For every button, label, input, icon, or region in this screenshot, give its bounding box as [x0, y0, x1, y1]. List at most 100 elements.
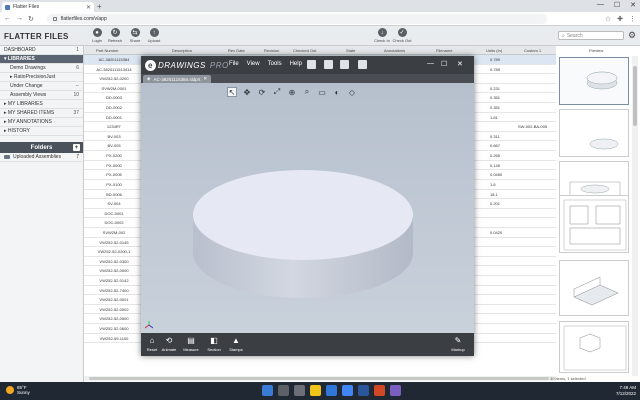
animate-button[interactable]: ⟲ Animate [158, 336, 180, 352]
ed-close-icon[interactable]: ✕ [457, 60, 463, 68]
sidebar-item-annotations[interactable]: ▸ MY ANNOTATIONS [0, 118, 83, 127]
measure-button[interactable]: ▤ Measure [180, 336, 202, 352]
col-revision[interactable]: Revision [264, 48, 279, 53]
col-checked-out[interactable]: Checked Out [293, 48, 316, 53]
teams-icon[interactable] [390, 385, 401, 396]
maximize-icon[interactable]: ☐ [614, 1, 620, 9]
sidebar-item-dashboard[interactable]: DASHBOARD 1 [0, 46, 83, 55]
sidebar-item-demo-drawings[interactable]: Demo Drawings 6 [0, 64, 83, 73]
preview-thumb[interactable] [559, 260, 629, 316]
col-annotations[interactable]: Annotations [384, 48, 405, 53]
stamps-button[interactable]: ▲ Stamps [225, 336, 247, 352]
reload-icon[interactable]: ↻ [28, 15, 34, 23]
cylinder-model [193, 170, 413, 298]
url-field[interactable]: flatterfiles.com/v/app [46, 13, 547, 24]
sidebar-item-shared-items[interactable]: ▸ MY SHARED ITEMS 37 [0, 109, 83, 118]
search-taskbar-icon[interactable] [278, 385, 289, 396]
3d-viewport[interactable]: ↖ ✥ ⟳ ⤢ ⊕ ⌕ ▭ ◐ ◇ [141, 83, 474, 333]
favicon-icon [5, 4, 10, 10]
col-filename[interactable]: Filename [436, 48, 452, 53]
edrawings-bottom-bar: ⌂ Reset ⟲ Animate ▤ Measure ◧ Section ▲ Stamp… [141, 333, 474, 356]
preview-thumb[interactable] [559, 321, 629, 373]
address-bar-row: ← → ↻ flatterfiles.com/v/app ☆ ✚ ⋮ [0, 12, 640, 26]
check-out-button[interactable]: ✓ Check Out [393, 28, 411, 43]
menu-icon[interactable]: ⋮ [629, 15, 636, 23]
save-icon[interactable] [324, 60, 333, 69]
print-icon[interactable] [340, 60, 349, 69]
menu-help[interactable]: Help [290, 61, 302, 67]
new-tab-button[interactable]: + [97, 2, 102, 11]
sidebar-item-assembly-views[interactable]: Assembly Views 10 [0, 91, 83, 100]
sidebar-item-ratio[interactable]: ▸ RatioPrecisionJust [0, 73, 83, 82]
powerpoint-icon[interactable] [374, 385, 385, 396]
close-tab-icon[interactable]: ✕ [86, 4, 91, 11]
cell-units: 0.0450 [490, 172, 503, 178]
minimize-icon[interactable]: — [597, 1, 604, 9]
preview-thumb[interactable] [559, 195, 629, 253]
windows-start-icon[interactable] [262, 385, 273, 396]
edrawings-logo-icon: e [145, 60, 156, 71]
add-folder-button[interactable]: + [73, 144, 80, 151]
task-view-icon[interactable] [294, 385, 305, 396]
preview-thumb[interactable] [559, 109, 629, 157]
chrome-icon[interactable] [342, 385, 353, 396]
search-input[interactable]: ⌕ Search [558, 31, 624, 40]
folder-icon [4, 155, 10, 159]
sidebar-item-my-libraries[interactable]: ▸ MY LIBRARIES [0, 100, 83, 109]
check-in-button[interactable]: ↓ Check In [373, 28, 391, 43]
scrollbar-thumb[interactable] [89, 377, 549, 380]
clock[interactable]: 7:48 AM 7/12/2022 [604, 385, 636, 397]
upload-button[interactable]: ↑ Upload [145, 28, 163, 43]
cell-units: 0.789 [490, 66, 501, 72]
app-header: FLATTER FILES ● Login ↻ Refresh ⇆ Share … [0, 26, 640, 46]
menu-file[interactable]: File [229, 61, 239, 67]
col-rev-date[interactable]: Rev Date [228, 48, 245, 53]
menu-view[interactable]: View [247, 61, 260, 67]
sidebar: DASHBOARD 1 ▾ LIBRARIES Demo Drawings 6 ▸ … [0, 46, 84, 382]
folder-item-uploaded-assemblies[interactable]: Uploaded Assemblies 7 [0, 153, 83, 162]
gear-icon[interactable]: ⚙ [628, 30, 636, 41]
cell-part-number: DD-0003 [105, 95, 122, 101]
sidebar-item-history[interactable]: ▸ HISTORY [0, 127, 83, 136]
refresh-button[interactable]: ↻ Refresh [106, 28, 124, 43]
col-units[interactable]: Units (In) [486, 48, 502, 53]
animate-icon: ⟲ [165, 336, 173, 345]
sidebar-item-under-change[interactable]: Under Change -- [0, 82, 83, 91]
weather-widget[interactable]: 85°F Sunny [6, 385, 30, 395]
star-icon[interactable]: ☆ [605, 15, 611, 23]
cell-part-number: VW252-52-0001 [99, 297, 129, 303]
col-custom-1[interactable]: Custom 1 [524, 48, 541, 53]
markup-button[interactable]: ✎ Markup [447, 336, 469, 352]
cell-units: 0.311 [490, 133, 500, 139]
menu-tools[interactable]: Tools [268, 61, 282, 67]
document-tab[interactable]: ◈ AC-38201115384.sldprt ✕ [143, 75, 212, 83]
horizontal-scrollbar[interactable] [84, 376, 556, 381]
search-placeholder: Search [566, 32, 583, 39]
col-description[interactable]: Description [172, 48, 192, 53]
col-part-number[interactable]: Part Number [96, 48, 119, 53]
extensions-icon[interactable]: ✚ [617, 15, 623, 23]
ed-minimize-icon[interactable]: — [427, 60, 434, 67]
login-button[interactable]: ● Login [88, 28, 106, 43]
col-preview[interactable]: Preview [589, 48, 603, 53]
table-header: Part Number Description Rev Date Revisio… [84, 46, 603, 55]
file-explorer-icon[interactable] [310, 385, 321, 396]
close-window-icon[interactable]: ✕ [630, 1, 636, 9]
forward-icon[interactable]: → [16, 15, 23, 22]
col-state[interactable]: State [346, 48, 355, 53]
preview-thumb[interactable] [559, 57, 629, 105]
word-icon[interactable] [358, 385, 369, 396]
vertical-scrollbar[interactable] [632, 56, 638, 376]
scrollbar-thumb[interactable] [633, 66, 637, 126]
share-button[interactable]: ⇆ Share [126, 28, 144, 43]
browser-tab[interactable]: Flatter Files ✕ [2, 2, 94, 12]
sidebar-item-libraries[interactable]: ▾ LIBRARIES [0, 55, 83, 64]
options-icon[interactable] [358, 60, 367, 69]
ed-maximize-icon[interactable]: ☐ [441, 60, 447, 68]
open-file-icon[interactable] [307, 60, 316, 69]
back-icon[interactable]: ← [4, 15, 11, 22]
close-doc-icon[interactable]: ✕ [203, 76, 207, 82]
edge-icon[interactable] [326, 385, 337, 396]
section-button[interactable]: ◧ Section [203, 336, 225, 352]
home-icon: ⌂ [149, 336, 155, 345]
